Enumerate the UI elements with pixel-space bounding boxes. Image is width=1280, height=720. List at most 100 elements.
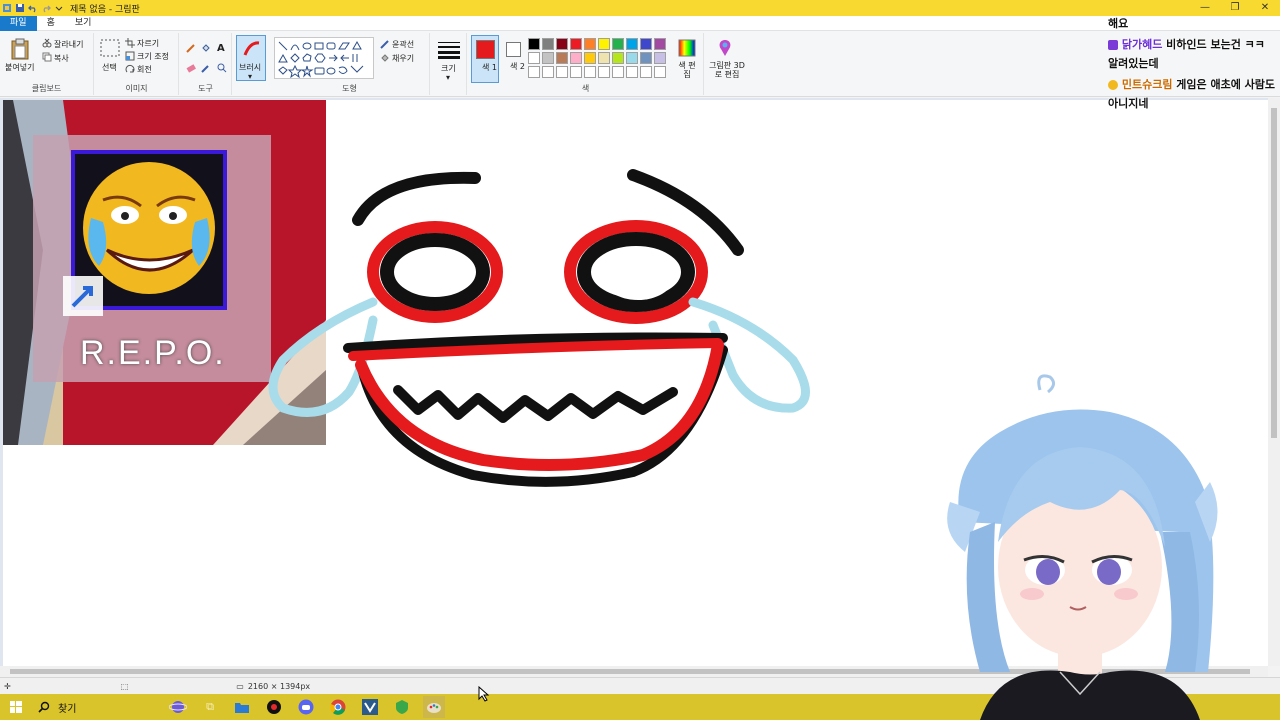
taskbar-file-explorer[interactable] <box>231 696 253 718</box>
palette-swatch[interactable] <box>528 66 540 78</box>
shapes-gallery[interactable] <box>274 37 374 79</box>
brushes-group: 브러시 ▾ <box>233 33 269 95</box>
planet-icon <box>169 701 187 713</box>
color-picker-icon[interactable] <box>201 63 211 73</box>
fan-badge-icon <box>1108 80 1118 90</box>
redo-icon[interactable] <box>41 3 51 13</box>
palette-swatch[interactable] <box>626 52 638 64</box>
tab-view[interactable]: 보기 <box>65 16 102 31</box>
palette-swatch[interactable] <box>542 52 554 64</box>
edit-colors-button[interactable]: 색 편집 <box>676 61 698 79</box>
color2-swatch <box>506 42 521 57</box>
taskbar-app-red[interactable] <box>263 696 285 718</box>
palette-swatch[interactable] <box>626 38 638 50</box>
brushes-button[interactable]: 브러시 ▾ <box>236 35 266 81</box>
palette-swatch[interactable] <box>570 66 582 78</box>
outline-dropdown[interactable]: 윤곽선 <box>392 39 414 50</box>
taskbar-task-view[interactable]: ⧉ <box>199 696 221 718</box>
pencil-icon[interactable] <box>186 43 196 53</box>
paste-icon[interactable] <box>10 38 30 60</box>
palette-swatch[interactable] <box>612 38 624 50</box>
text-tool-icon[interactable]: A <box>217 43 225 54</box>
palette-swatch[interactable] <box>626 66 638 78</box>
palette-swatch[interactable] <box>612 52 624 64</box>
palette-swatch[interactable] <box>640 66 652 78</box>
color1-button[interactable]: 색 1 <box>471 35 499 83</box>
eraser-icon[interactable] <box>186 63 196 73</box>
chat-nickname: 민트슈크림 <box>1121 78 1173 91</box>
palette-swatch[interactable] <box>640 52 652 64</box>
palette-swatch[interactable] <box>584 66 596 78</box>
vertical-scrollbar[interactable] <box>1268 98 1280 666</box>
windows-icon <box>10 701 22 713</box>
palette-swatch[interactable] <box>584 52 596 64</box>
fill-dropdown[interactable]: 채우기 <box>392 53 414 64</box>
palette-swatch[interactable] <box>654 38 666 50</box>
taskbar-chrome[interactable] <box>327 696 349 718</box>
v-app-icon <box>362 699 378 715</box>
palette-swatch[interactable] <box>542 66 554 78</box>
brush-drawing <box>268 169 810 487</box>
paint3d-button[interactable]: 그림판 3D로 편집 <box>707 61 747 79</box>
scissors-icon <box>42 38 52 48</box>
save-icon[interactable] <box>15 3 25 13</box>
undo-icon[interactable] <box>28 3 38 13</box>
paste-button[interactable]: 붙여넣기 <box>5 62 34 73</box>
line-size-icon[interactable] <box>438 41 460 59</box>
color2-button[interactable]: 색 2 <box>501 35 527 83</box>
palette-swatch[interactable] <box>654 52 666 64</box>
cut-button[interactable]: 잘라내기 <box>54 39 83 50</box>
chevron-down-icon: ▾ <box>446 73 451 82</box>
taskbar-shield-app[interactable] <box>391 696 413 718</box>
palette-swatch[interactable] <box>528 38 540 50</box>
taskbar-vscode[interactable] <box>359 696 381 718</box>
palette-swatch[interactable] <box>598 38 610 50</box>
palette-swatch[interactable] <box>528 52 540 64</box>
fill-bucket-icon[interactable] <box>201 43 211 53</box>
search-label: 찾기 <box>58 703 77 715</box>
rotate-button[interactable]: 회전 <box>137 64 152 75</box>
select-icon[interactable] <box>100 39 120 57</box>
palette-swatch[interactable] <box>640 38 652 50</box>
search-box[interactable]: 찾기 <box>32 694 162 720</box>
chat-nickname: 닭가혜드 <box>1121 38 1163 51</box>
palette-swatch[interactable] <box>556 66 568 78</box>
palette-swatch[interactable] <box>556 38 568 50</box>
crop-button[interactable]: 자르기 <box>137 38 159 49</box>
taskbar-planet-app[interactable] <box>167 696 189 718</box>
palette-swatch[interactable] <box>570 38 582 50</box>
tab-file[interactable]: 파일 <box>0 15 37 31</box>
title-bar: 제목 없음 - 그림판 — ❐ ✕ <box>0 0 1280 16</box>
vertical-scroll-thumb[interactable] <box>1271 108 1277 438</box>
taskbar-paint[interactable] <box>423 696 445 718</box>
chevron-down-icon[interactable] <box>54 3 64 13</box>
palette-swatch[interactable] <box>570 52 582 64</box>
taskbar-discord[interactable] <box>295 696 317 718</box>
chat-message-text: 해요 <box>1108 17 1129 30</box>
palette-swatch[interactable] <box>556 52 568 64</box>
select-button[interactable]: 선택 <box>102 62 117 73</box>
resize-button[interactable]: 크기 조정 <box>137 51 169 62</box>
shapes-group-label: 도형 <box>342 84 357 93</box>
palette-swatch[interactable] <box>542 38 554 50</box>
pasted-image-caption: R.E.P.O. <box>80 334 226 372</box>
palette-swatch[interactable] <box>612 66 624 78</box>
colors-group: 색 1 색 2 색 편집 색 <box>468 33 704 95</box>
color-palette <box>528 38 668 82</box>
palette-swatch[interactable] <box>598 52 610 64</box>
image-group-label: 이미지 <box>125 84 148 93</box>
start-button[interactable] <box>5 696 27 718</box>
canvas-size-value: 2160 × 1394px <box>247 681 311 691</box>
palette-swatch[interactable] <box>654 66 666 78</box>
tools-group: A 도구 <box>180 33 232 95</box>
palette-swatch[interactable] <box>598 66 610 78</box>
clipboard-group-label: 클립보드 <box>31 84 62 93</box>
subscriber-badge-icon <box>1108 40 1118 50</box>
magnifier-icon[interactable] <box>217 63 227 73</box>
palette-swatch[interactable] <box>584 38 596 50</box>
copy-button[interactable]: 복사 <box>54 53 69 64</box>
brush-icon <box>243 41 260 56</box>
resize-icon <box>125 51 135 61</box>
tab-home[interactable]: 홈 <box>37 16 65 31</box>
outline-icon <box>380 40 389 49</box>
